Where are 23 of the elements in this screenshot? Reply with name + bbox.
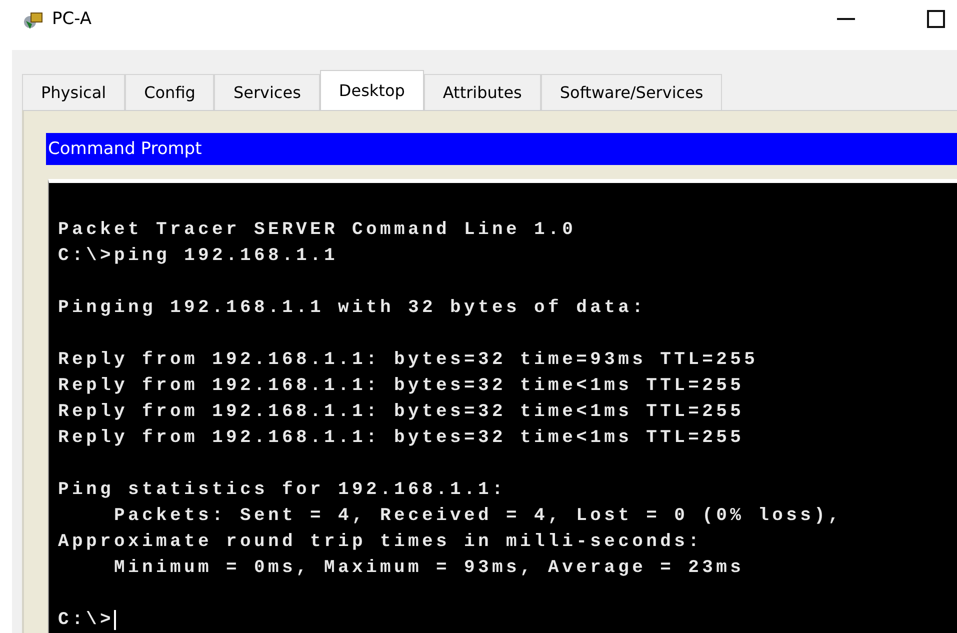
- tab[interactable]: Software/Services: [540, 74, 722, 110]
- terminal-line: Approximate round trip times in milli-seconds:: [58, 531, 704, 554]
- terminal-line: Pinging 192.168.1.1 with 32 bytes of data:: [58, 297, 648, 320]
- tab[interactable]: Attributes: [424, 74, 541, 110]
- terminal-prompt: C:\>: [58, 609, 114, 632]
- tab[interactable]: Services: [214, 74, 320, 110]
- terminal-line: Ping statistics for 192.168.1.1:: [58, 479, 508, 502]
- terminal-line: Minimum = 0ms, Maximum = 93ms, Average = 23ms: [113, 557, 746, 580]
- window-title: PC-A: [52, 9, 92, 29]
- tab[interactable]: Config: [125, 74, 214, 110]
- tab[interactable]: Physical: [22, 74, 126, 110]
- terminal-line: Reply from 192.168.1.1: bytes=32 time=93ms TTL=255: [58, 349, 760, 372]
- terminal-line: Reply from 192.168.1.1: bytes=32 time<1ms TTL=255: [58, 375, 746, 398]
- app-title-bar: Command Prompt: [46, 133, 957, 165]
- terminal-line: C:\>ping 192.168.1.1: [58, 245, 340, 268]
- terminal-line: Packet Tracer SERVER Command Line 1.0: [58, 219, 578, 242]
- terminal-line: Reply from 192.168.1.1: bytes=32 time<1ms TTL=255: [58, 427, 746, 450]
- tab[interactable]: Desktop: [320, 70, 424, 110]
- terminal-line: Reply from 192.168.1.1: bytes=32 time<1ms TTL=255: [58, 401, 746, 424]
- maximize-icon[interactable]: [927, 10, 945, 28]
- terminal-line: Packets: Sent = 4, Received = 4, Lost = 0 (0% loss),: [113, 505, 844, 528]
- app-icon: [22, 11, 44, 31]
- text-cursor: [114, 610, 116, 630]
